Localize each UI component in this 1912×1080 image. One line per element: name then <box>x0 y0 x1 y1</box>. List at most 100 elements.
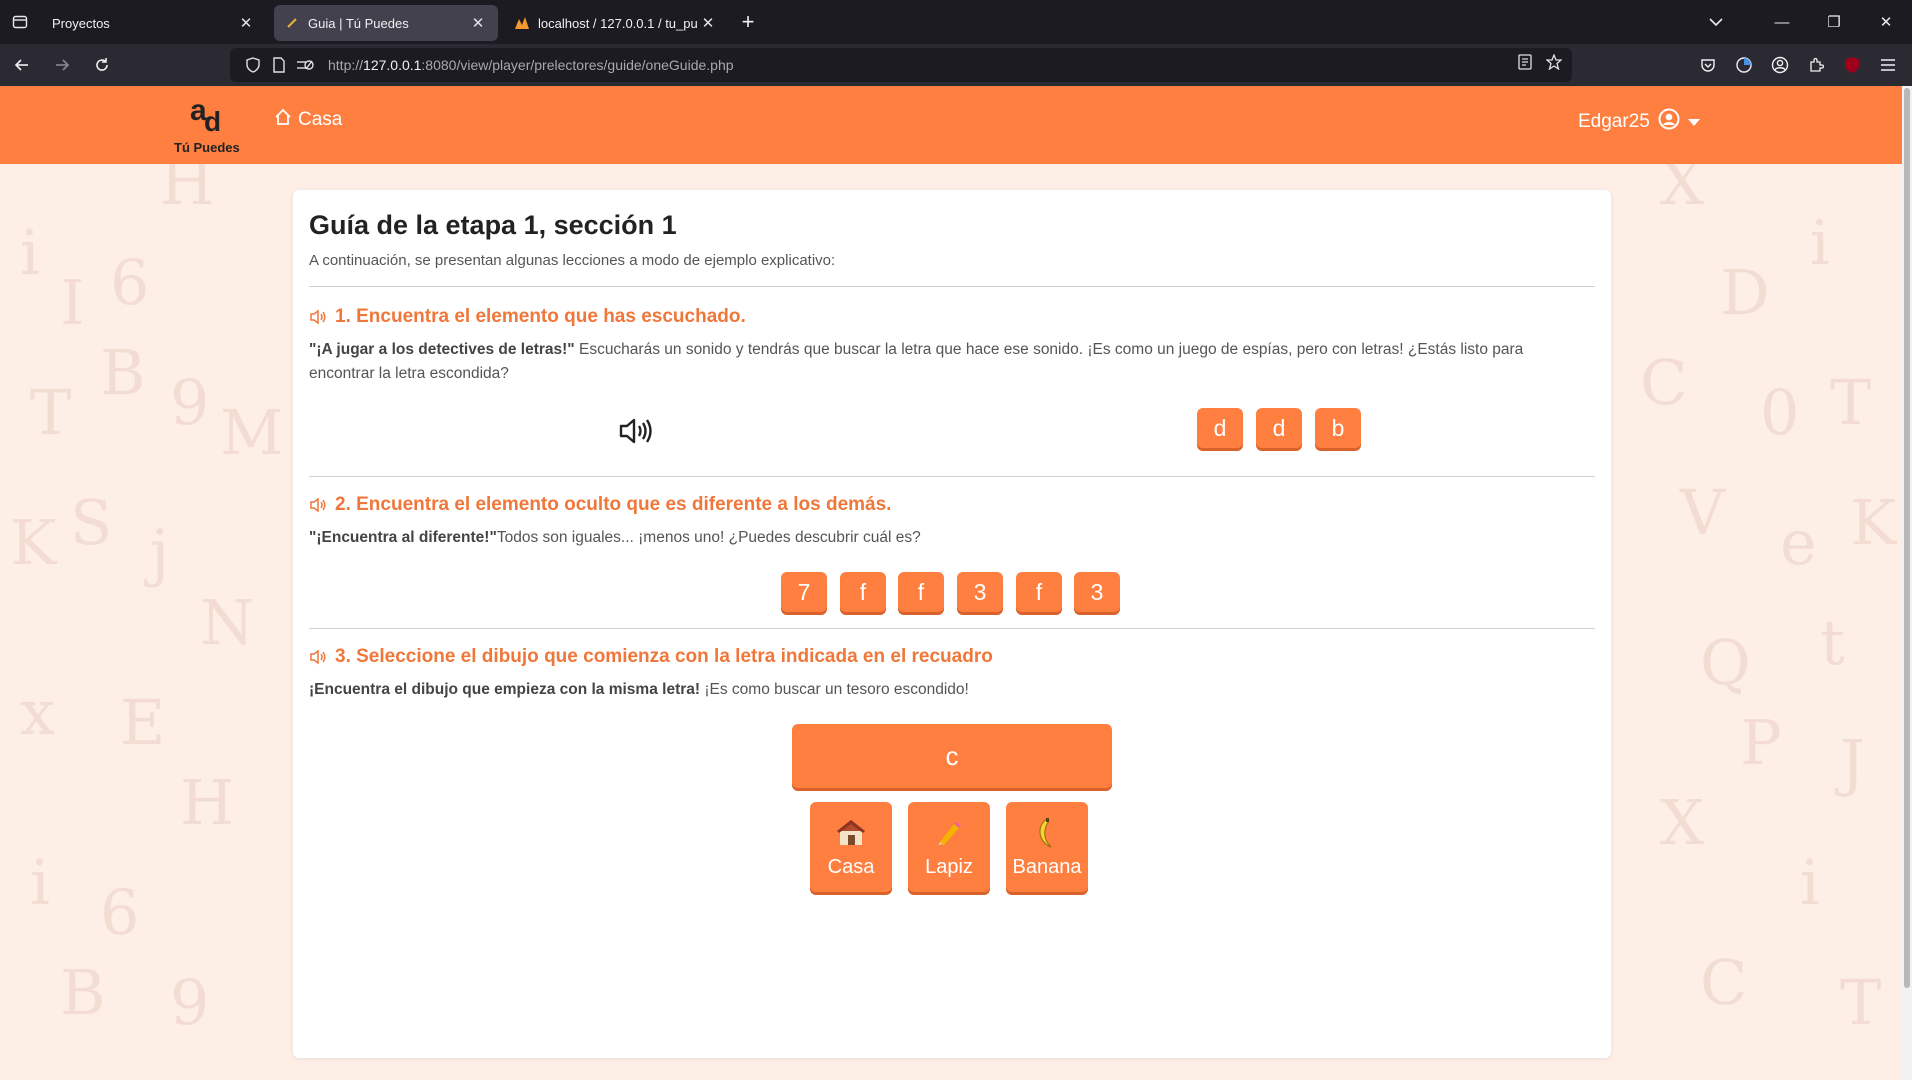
menu-icon[interactable] <box>1876 53 1900 77</box>
tu-puedes-logo[interactable]: a b Tú Puedes <box>172 94 250 156</box>
close-window-icon[interactable]: ✕ <box>1860 13 1912 31</box>
tab-title: Guia | Tú Puedes <box>308 15 409 31</box>
tab-list-icon[interactable] <box>0 0 40 44</box>
close-icon[interactable]: ✕ <box>236 14 256 32</box>
tab-title: localhost / 127.0.0.1 / tu_puede <box>538 15 698 31</box>
house-outline-icon <box>274 108 292 132</box>
letter-option-button[interactable]: d <box>1197 408 1243 448</box>
picture-label: Casa <box>827 855 875 878</box>
page-title: Guía de la etapa 1, sección 1 <box>309 210 677 240</box>
page-icon[interactable] <box>268 54 290 76</box>
window-controls: — ❐ ✕ <box>1756 0 1912 44</box>
reload-icon[interactable] <box>84 49 120 81</box>
picture-option-lapiz[interactable]: Lapiz <box>908 802 990 892</box>
tab-phpmyadmin[interactable]: localhost / 127.0.0.1 / tu_puede ✕ <box>504 5 728 41</box>
pencil-favicon-icon <box>284 15 300 31</box>
user-circle-icon <box>1658 108 1680 136</box>
odd-one-option-button[interactable]: 3 <box>1074 572 1120 612</box>
lesson-1-title: 1. Encuentra el elemento que has escucha… <box>309 306 746 328</box>
url-host: 127.0.0.1 <box>363 57 422 73</box>
lesson-3-title: 3. Seleccione el dibujo que comienza con… <box>309 646 993 668</box>
url-path: :8080/view/player/prelectores/guide/oneG… <box>421 57 734 73</box>
extensions-icon[interactable] <box>1804 53 1828 77</box>
url-bar[interactable]: http://127.0.0.1:8080/view/player/prelec… <box>230 48 1572 82</box>
browser-toolbar <box>1696 44 1912 86</box>
guide-card: Guía de la etapa 1, sección 1 A continua… <box>293 190 1611 1058</box>
permissions-icon[interactable] <box>294 54 316 76</box>
speaker-icon[interactable] <box>309 309 327 325</box>
odd-one-option-button[interactable]: 7 <box>781 572 827 612</box>
lesson-1-title-text: 1. Encuentra el elemento que has escucha… <box>335 306 746 327</box>
target-letter-box: c <box>792 724 1112 788</box>
house-icon <box>833 816 869 850</box>
browser-tab-bar: Proyectos ✕ Guia | Tú Puedes ✕ localhost… <box>0 0 1912 44</box>
odd-one-option-button[interactable]: f <box>840 572 886 612</box>
intro-text: A continuación, se presentan algunas lec… <box>309 252 836 269</box>
letter-option-button[interactable]: b <box>1315 408 1361 448</box>
odd-one-option-button[interactable]: f <box>1016 572 1062 612</box>
odd-one-option-button[interactable]: f <box>898 572 944 612</box>
divider <box>309 628 1595 629</box>
page-viewport: i H I 6 T B 9 M K S j N x E H i 6 B 9 X … <box>0 86 1902 1080</box>
ublock-icon[interactable] <box>1840 53 1864 77</box>
url-text: http://127.0.0.1:8080/view/player/prelec… <box>328 57 734 73</box>
lesson-1-description: "¡A jugar a los detectives de letras!" E… <box>309 338 1569 386</box>
odd-one-option-button[interactable]: 3 <box>957 572 1003 612</box>
logo-text-puedes: Puedes <box>193 140 240 155</box>
chevron-down-icon[interactable] <box>1702 8 1730 36</box>
banana-icon <box>1033 816 1061 850</box>
home-label: Casa <box>298 109 343 130</box>
timer-icon[interactable] <box>1732 53 1756 77</box>
minimize-icon[interactable]: — <box>1756 14 1808 31</box>
lesson-2-desc-text: Todos son iguales... ¡menos uno! ¿Puedes… <box>496 529 921 546</box>
lesson-3-description: ¡Encuentra el dibujo que empieza con la … <box>309 678 1569 702</box>
scrollbar-thumb[interactable] <box>1904 88 1910 988</box>
shield-icon[interactable] <box>242 54 264 76</box>
tab-title: Proyectos <box>52 15 110 31</box>
lesson-3-desc-bold: ¡Encuentra el dibujo que empieza con la … <box>309 681 701 698</box>
picture-option-banana[interactable]: Banana <box>1006 802 1088 892</box>
play-sound-icon[interactable] <box>619 416 655 451</box>
reader-view-icon[interactable] <box>1518 54 1532 75</box>
divider <box>309 286 1595 287</box>
site-header: a b Tú Puedes Casa Edgar25 <box>0 86 1902 164</box>
restore-icon[interactable]: ❐ <box>1808 13 1860 31</box>
url-prefix: http:// <box>328 57 364 73</box>
speaker-icon[interactable] <box>309 497 327 513</box>
username: Edgar25 <box>1578 111 1650 132</box>
browser-nav-bar: http://127.0.0.1:8080/view/player/prelec… <box>0 44 1912 86</box>
phpmyadmin-favicon-icon <box>514 15 530 31</box>
lesson-2-description: "¡Encuentra al diferente!"Todos son igua… <box>309 526 1569 550</box>
bookmark-star-icon[interactable] <box>1545 53 1563 75</box>
account-icon[interactable] <box>1768 53 1792 77</box>
picture-label: Lapiz <box>925 855 973 878</box>
close-icon[interactable]: ✕ <box>698 14 718 32</box>
lesson-2-desc-bold: "¡Encuentra al diferente!" <box>309 529 497 546</box>
tab-proyectos[interactable]: Proyectos ✕ <box>42 5 266 41</box>
picture-label: Banana <box>1012 855 1082 878</box>
url-actions <box>1518 53 1563 75</box>
lesson-2-title-text: 2. Encuentra el elemento oculto que es d… <box>335 494 892 515</box>
divider <box>309 476 1595 477</box>
lesson-2-title: 2. Encuentra el elemento oculto que es d… <box>309 494 891 516</box>
pocket-icon[interactable] <box>1696 53 1720 77</box>
new-tab-icon[interactable]: + <box>732 6 764 38</box>
lesson-3-title-text: 3. Seleccione el dibujo que comienza con… <box>335 646 993 667</box>
picture-option-casa[interactable]: Casa <box>810 802 892 892</box>
caret-down-icon <box>1687 118 1700 126</box>
back-icon[interactable] <box>4 49 40 81</box>
page-scrollbar[interactable] <box>1902 86 1912 1080</box>
home-link[interactable]: Casa <box>274 108 342 132</box>
logo-text: Tú Puedes <box>174 140 240 155</box>
lesson-1-desc-bold: "¡A jugar a los detectives de letras!" <box>309 341 575 358</box>
logo-letter-b: b <box>204 106 222 137</box>
pencil-icon <box>934 816 964 850</box>
close-icon[interactable]: ✕ <box>468 14 488 32</box>
speaker-icon[interactable] <box>309 649 327 665</box>
forward-icon[interactable] <box>44 49 80 81</box>
user-menu-toggle[interactable]: Edgar25 <box>1578 108 1700 136</box>
logo-text-tu: Tú <box>174 140 190 155</box>
letter-option-button[interactable]: d <box>1256 408 1302 448</box>
lesson-3-desc-text: ¡Es como buscar un tesoro escondido! <box>700 681 969 698</box>
tab-guia[interactable]: Guia | Tú Puedes ✕ <box>274 5 498 41</box>
